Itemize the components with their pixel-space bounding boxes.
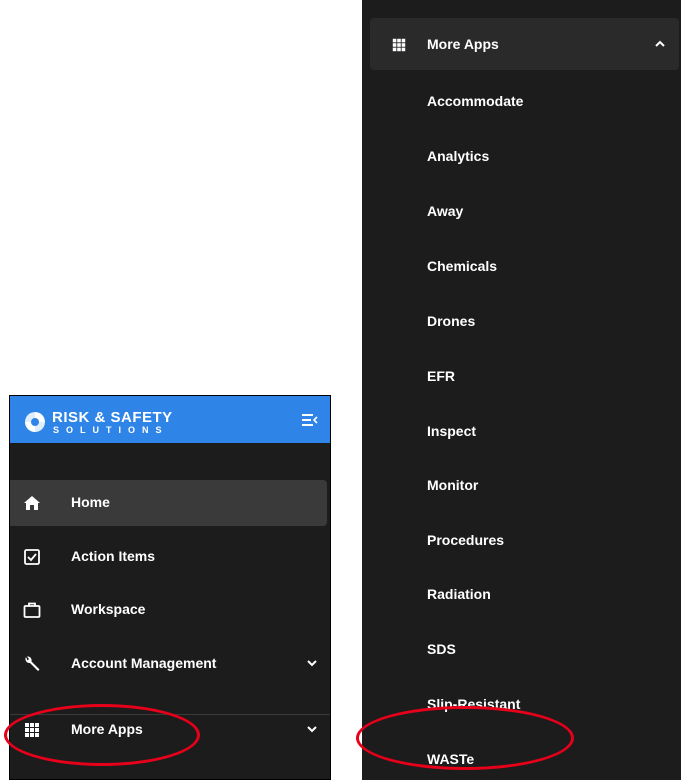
sidebar: RISK & SAFETY SOLUTIONS Home Action Item… [9,395,331,780]
more-apps-menu: More Apps Accommodate Analytics Away Che… [362,0,681,780]
app-item-label: Slip-Resistant [427,696,521,712]
brand-logo[interactable]: RISK & SAFETY SOLUTIONS [24,408,214,435]
sidebar-item-account-management[interactable]: Account Management [10,641,327,687]
app-item-procedures[interactable]: Procedures [362,518,681,562]
chevron-down-icon [307,660,317,667]
menu-collapse-icon[interactable] [302,413,318,427]
brand-title: RISK & SAFETY [52,409,173,426]
app-item-label: Analytics [427,148,490,164]
app-item-label: Inspect [427,423,477,439]
sidebar-item-workspace[interactable]: Workspace [10,587,327,633]
sidebar-item-label: Action Items [71,548,156,564]
app-item-efr[interactable]: EFR [362,354,681,398]
app-item-analytics[interactable]: Analytics [362,134,681,178]
app-item-label: Radiation [427,586,491,602]
sidebar-item-label: Home [71,494,110,510]
app-item-label: SDS [427,641,456,657]
logo-mark-icon [25,412,45,432]
grid-icon [392,38,406,52]
chevron-up-icon [655,40,665,47]
app-item-drones[interactable]: Drones [362,299,681,343]
app-item-sds[interactable]: SDS [362,627,681,671]
app-item-label: Away [427,203,464,219]
sidebar-header: RISK & SAFETY SOLUTIONS [10,396,330,443]
sidebar-item-action-items[interactable]: Action Items [10,534,327,580]
more-apps-header[interactable]: More Apps [370,18,679,70]
app-item-label: WASTe [427,751,475,767]
app-item-away[interactable]: Away [362,189,681,233]
app-item-inspect[interactable]: Inspect [362,409,681,453]
app-item-label: Accommodate [427,93,524,109]
sidebar-item-home[interactable]: Home [10,480,327,526]
home-icon [24,496,40,510]
grid-icon [25,723,39,737]
app-item-accommodate[interactable]: Accommodate [362,79,681,123]
briefcase-icon [23,602,41,618]
app-item-label: Monitor [427,477,479,493]
app-item-monitor[interactable]: Monitor [362,463,681,507]
app-item-slip-resistant[interactable]: Slip-Resistant [362,682,681,726]
chevron-down-icon [307,726,317,733]
app-item-label: Drones [427,313,476,329]
more-apps-header-label: More Apps [427,36,499,52]
app-item-radiation[interactable]: Radiation [362,572,681,616]
app-item-label: Procedures [427,532,505,548]
brand-subtitle: SOLUTIONS [53,425,169,435]
app-item-label: Chemicals [427,258,498,274]
sidebar-item-label: Account Management [71,655,217,671]
sidebar-item-more-apps[interactable]: More Apps [10,707,327,753]
sidebar-item-label: Workspace [71,601,146,617]
checkbox-icon [24,549,40,565]
app-item-label: EFR [427,368,455,384]
app-item-waste[interactable]: WASTe [362,737,681,780]
wrench-icon [25,656,40,671]
app-item-chemicals[interactable]: Chemicals [362,244,681,288]
sidebar-item-label: More Apps [71,721,143,737]
